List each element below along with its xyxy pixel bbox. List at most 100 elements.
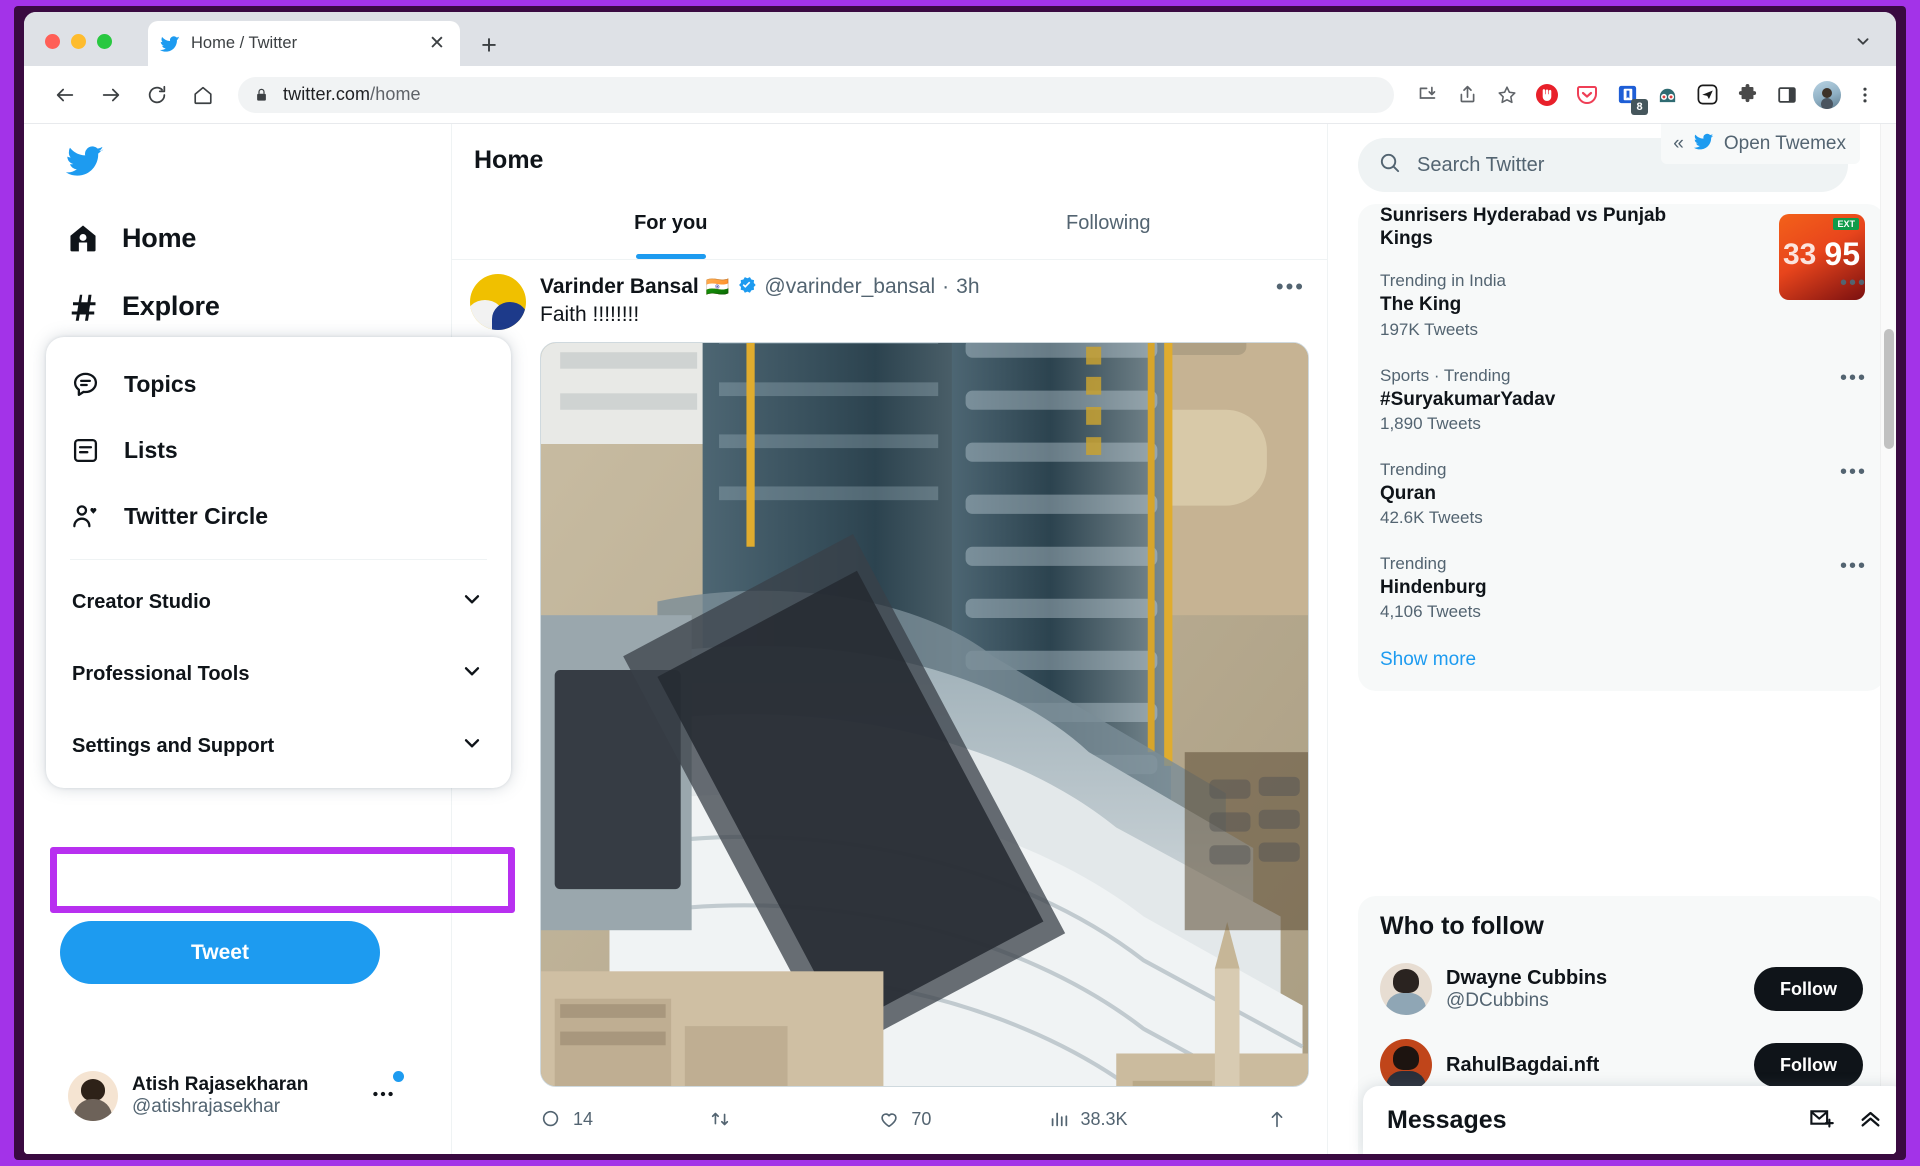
share-arrow-icon bbox=[1271, 1111, 1283, 1128]
chevron-down-icon[interactable] bbox=[459, 586, 485, 618]
tweet-button[interactable]: Tweet bbox=[60, 921, 380, 984]
trend-more-icon[interactable]: ••• bbox=[1840, 461, 1867, 484]
menu-item-twitter-circle[interactable]: Twitter Circle bbox=[46, 483, 511, 549]
address-bar[interactable]: twitter.com/home bbox=[238, 76, 1394, 113]
trend-count: 4,106 Tweets bbox=[1380, 602, 1481, 622]
hashtag-icon bbox=[66, 289, 100, 323]
tab-for-you[interactable]: For you bbox=[452, 196, 890, 259]
ellipsis-icon[interactable] bbox=[370, 1070, 404, 1112]
menu-item-professional-tools[interactable]: Professional Tools bbox=[46, 638, 511, 710]
sidebar-item-explore[interactable]: Explore bbox=[66, 289, 220, 323]
menu-item-creator-studio[interactable]: Creator Studio bbox=[46, 566, 511, 638]
trend-more-icon[interactable]: ••• bbox=[1840, 272, 1867, 295]
like-action[interactable]: 70 bbox=[878, 1108, 1047, 1130]
follow-button[interactable]: Follow bbox=[1754, 967, 1863, 1011]
browser-tab[interactable]: Home / Twitter ✕ bbox=[148, 21, 460, 66]
side-panel-icon[interactable] bbox=[1770, 78, 1804, 112]
install-app-icon[interactable] bbox=[1410, 78, 1444, 112]
tweet-more-icon[interactable]: ••• bbox=[1276, 274, 1309, 300]
close-tab-icon[interactable]: ✕ bbox=[426, 33, 448, 55]
topics-bubble-icon bbox=[70, 369, 100, 399]
trend-name: Quran bbox=[1380, 482, 1436, 504]
trend-item[interactable]: Trending Quran 42.6K Tweets ••• bbox=[1358, 447, 1885, 541]
views-count: 38.3K bbox=[1080, 1108, 1128, 1129]
pocket-icon[interactable] bbox=[1570, 78, 1604, 112]
tweet-card[interactable]: Varinder Bansal 🇮🇳 @varinder_bansal · 3h… bbox=[452, 260, 1327, 1139]
padlock-icon bbox=[254, 86, 269, 104]
menu-item-label: Topics bbox=[124, 370, 197, 397]
sidebar-item-home[interactable]: Home bbox=[66, 221, 196, 255]
avatar[interactable] bbox=[470, 274, 526, 330]
list-item[interactable]: Dwayne Cubbins @DCubbins Follow bbox=[1358, 951, 1885, 1027]
sidebar-item-label: Explore bbox=[122, 290, 220, 321]
puzzle-extensions-icon[interactable] bbox=[1730, 78, 1764, 112]
trend-item[interactable]: Sports · Trending #SuryakumarYadav 1,890… bbox=[1358, 353, 1885, 447]
twitter-right-sidebar: « Open Twemex Sunrisers Hyderabad vs Pun… bbox=[1328, 124, 1896, 1154]
window-traffic-lights[interactable] bbox=[45, 34, 112, 49]
twemex-collapse-chevron[interactable]: « bbox=[1673, 133, 1684, 155]
account-display-name: Atish Rajasekharan bbox=[132, 1074, 309, 1095]
trend-item[interactable]: Trending in India The King 197K Tweets •… bbox=[1358, 258, 1885, 352]
trend-name: The King bbox=[1380, 294, 1462, 316]
trend-item[interactable]: Trending Hindenburg 4,106 Tweets ••• bbox=[1358, 541, 1885, 635]
twitter-bird-logo[interactable] bbox=[65, 142, 104, 185]
messages-dock[interactable]: Messages bbox=[1363, 1086, 1896, 1154]
reload-icon[interactable] bbox=[140, 78, 174, 112]
home-icon[interactable] bbox=[186, 78, 220, 112]
url-domain: twitter.com bbox=[283, 84, 371, 104]
menu-item-topics[interactable]: Topics bbox=[46, 351, 511, 417]
india-flag-emoji: 🇮🇳 bbox=[705, 277, 730, 298]
page-scrollbar[interactable] bbox=[1880, 124, 1896, 1154]
like-count: 70 bbox=[911, 1108, 932, 1129]
trend-more-icon[interactable]: ••• bbox=[1840, 555, 1867, 578]
reply-count: 14 bbox=[573, 1108, 594, 1129]
tweet-image[interactable] bbox=[540, 342, 1309, 1087]
open-twemex-button[interactable]: « Open Twemex bbox=[1661, 124, 1860, 164]
close-window-button[interactable] bbox=[45, 34, 60, 49]
tab-following[interactable]: Following bbox=[890, 196, 1328, 259]
person-name: Dwayne Cubbins bbox=[1446, 966, 1608, 989]
telegram-icon[interactable] bbox=[1690, 78, 1724, 112]
account-switcher[interactable]: Atish Rajasekharan @atishrajasekhar bbox=[60, 1060, 410, 1132]
verified-badge-icon bbox=[736, 274, 757, 300]
browser-profile-avatar[interactable] bbox=[1810, 78, 1844, 112]
tweet-author-name[interactable]: Varinder Bansal bbox=[540, 275, 699, 299]
trend-item[interactable]: Sunrisers Hyderabad vs Punjab Kings EXT … bbox=[1358, 204, 1885, 300]
chevron-down-icon[interactable] bbox=[459, 658, 485, 690]
scrollbar-thumb[interactable] bbox=[1884, 329, 1894, 449]
avatar bbox=[1380, 1039, 1432, 1091]
share-action[interactable] bbox=[1266, 1108, 1309, 1130]
share-icon[interactable] bbox=[1450, 78, 1484, 112]
minimize-window-button[interactable] bbox=[71, 34, 86, 49]
trend-category: Sports · Trending bbox=[1380, 365, 1511, 385]
chevron-up-double-icon[interactable] bbox=[1857, 1104, 1884, 1136]
chevron-down-icon[interactable] bbox=[1852, 30, 1874, 52]
adblock-icon[interactable] bbox=[1530, 78, 1564, 112]
kebab-menu-icon[interactable] bbox=[1850, 78, 1880, 112]
menu-item-settings-and-support[interactable]: Settings and Support bbox=[46, 710, 511, 782]
menu-item-lists[interactable]: Lists bbox=[46, 417, 511, 483]
arrow-right-icon[interactable] bbox=[94, 78, 128, 112]
notion-badge-count: 8 bbox=[1631, 98, 1648, 115]
arrow-left-icon[interactable] bbox=[48, 78, 82, 112]
new-message-icon[interactable] bbox=[1808, 1104, 1835, 1136]
tweet-separator: · bbox=[942, 275, 950, 298]
avatar bbox=[68, 1071, 118, 1121]
show-more-link[interactable]: Show more bbox=[1358, 635, 1885, 677]
extension-avatar-icon[interactable] bbox=[1650, 78, 1684, 112]
bookmark-star-icon[interactable] bbox=[1490, 78, 1524, 112]
chevron-down-icon[interactable] bbox=[459, 730, 485, 762]
tweet-action-bar: 14 70 38.3K bbox=[540, 1099, 1309, 1139]
who-to-follow-title: Who to follow bbox=[1380, 912, 1544, 940]
follow-button[interactable]: Follow bbox=[1754, 1043, 1863, 1087]
retweet-action[interactable] bbox=[709, 1108, 878, 1130]
new-tab-icon[interactable]: + bbox=[476, 31, 502, 58]
tweet-timestamp: 3h bbox=[956, 275, 980, 298]
trend-name: Hindenburg bbox=[1380, 576, 1487, 598]
notion-clipper-icon[interactable]: 8 bbox=[1610, 78, 1648, 115]
maximize-window-button[interactable] bbox=[97, 34, 112, 49]
reply-action[interactable]: 14 bbox=[540, 1108, 709, 1130]
views-action[interactable]: 38.3K bbox=[1048, 1108, 1217, 1130]
person-names: Dwayne Cubbins @DCubbins bbox=[1446, 967, 1740, 1012]
trend-more-icon[interactable]: ••• bbox=[1840, 367, 1867, 390]
